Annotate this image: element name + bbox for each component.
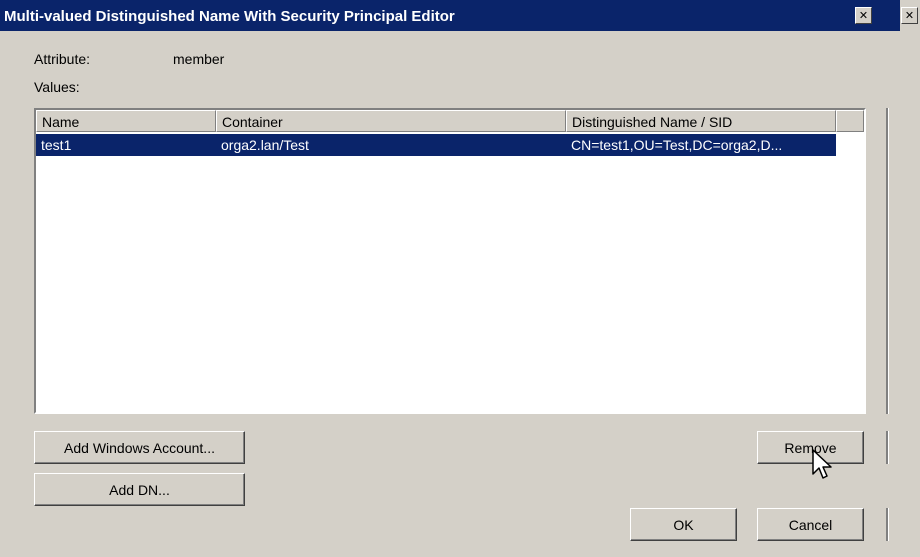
close-icon: ✕	[904, 10, 915, 22]
separator-line	[886, 431, 889, 464]
cancel-button[interactable]: Cancel	[757, 508, 864, 541]
remove-button[interactable]: Remove	[757, 431, 864, 464]
column-header-filler	[836, 110, 864, 132]
column-header-container[interactable]: Container	[216, 110, 566, 132]
close-button-duplicate[interactable]: ✕	[901, 7, 918, 24]
attribute-label: Attribute:	[34, 51, 91, 67]
row-dn-cell: CN=test1,OU=Test,DC=orga2,D...	[571, 137, 783, 153]
window-title: Multi-valued Distinguished Name With Sec…	[4, 8, 455, 25]
row-name-cell: test1	[41, 137, 72, 153]
close-icon: ✕	[858, 10, 869, 22]
table-row[interactable]: test1 orga2.lan/Test CN=test1,OU=Test,DC…	[36, 134, 836, 156]
column-header-name[interactable]: Name	[36, 110, 216, 132]
add-dn-button[interactable]: Add DN...	[34, 473, 245, 506]
close-button[interactable]: ✕	[855, 7, 872, 24]
add-windows-account-button[interactable]: Add Windows Account...	[34, 431, 245, 464]
separator-line	[886, 508, 889, 541]
attribute-value: member	[173, 51, 225, 67]
row-container-cell: orga2.lan/Test	[221, 137, 309, 153]
values-list[interactable]: Name Container Distinguished Name / SID …	[34, 108, 866, 414]
column-header-dn[interactable]: Distinguished Name / SID	[566, 110, 836, 132]
title-bar: Multi-valued Distinguished Name With Sec…	[0, 0, 900, 31]
separator-line	[886, 108, 889, 414]
values-label: Values:	[34, 79, 80, 95]
ok-button[interactable]: OK	[630, 508, 737, 541]
list-header: Name Container Distinguished Name / SID	[36, 110, 864, 132]
title-bar-overflow: ✕	[900, 0, 920, 31]
mouse-pointer-icon	[812, 449, 832, 479]
